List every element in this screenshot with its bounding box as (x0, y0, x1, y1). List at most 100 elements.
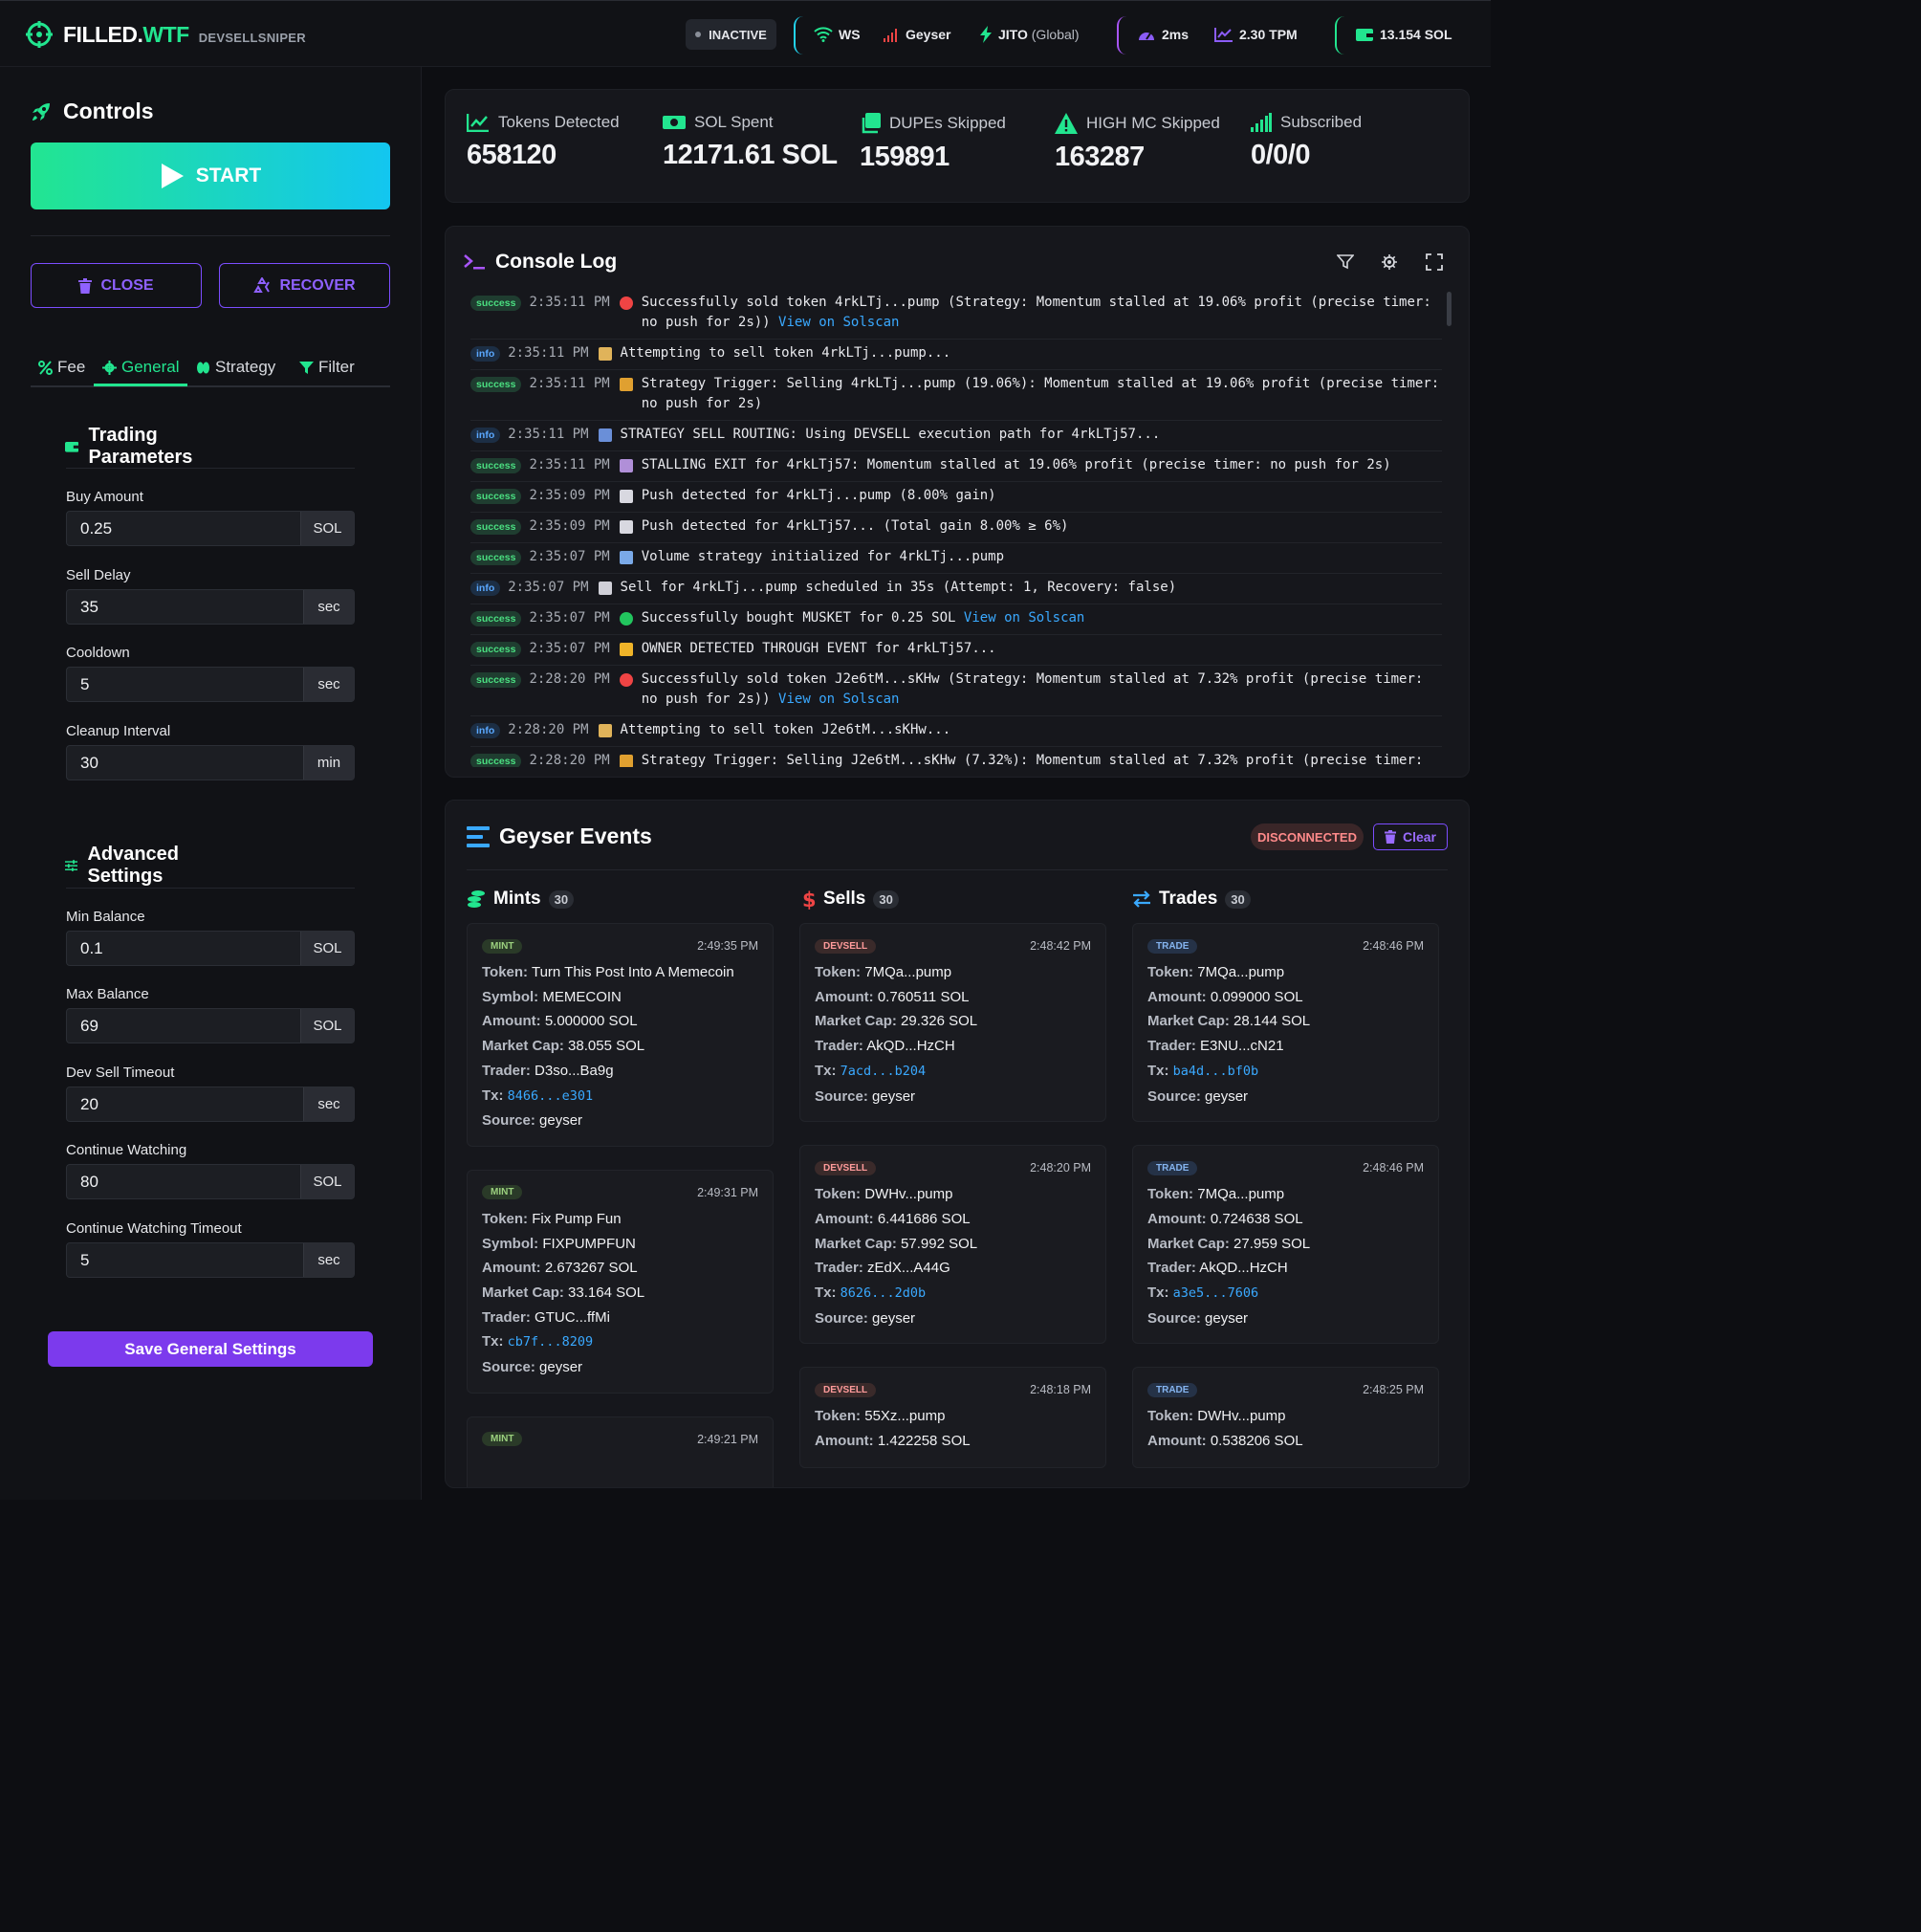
event-field: Trader: D3so...Ba9g (482, 1062, 614, 1079)
divider (66, 468, 355, 469)
buy-amount-field[interactable]: 0.25 SOL (66, 511, 355, 546)
sliders-icon (65, 860, 78, 871)
expand-icon[interactable] (1426, 253, 1443, 271)
tx-link[interactable]: a3e5...7606 (1173, 1285, 1258, 1301)
log-entry: success 2:35:09 PM Push detected for 4rkLT… (470, 513, 1442, 543)
sells-event-card: DEVSELL 2:48:20 PM Token: DWHv...pump Amoun… (799, 1145, 1106, 1345)
tx-link[interactable]: 8626...2d0b (840, 1285, 926, 1301)
card-title: Advanced Settings (65, 844, 188, 888)
trades-event-card: TRADE 2:48:25 PM Token: DWHv...pump Amount:… (1132, 1367, 1439, 1468)
sell-delay-field[interactable]: 35 sec (66, 589, 355, 625)
continue-watching-timeout-field[interactable]: 5 sec (66, 1242, 355, 1278)
continue-watching-timeout-label: Continue Watching Timeout (66, 1220, 242, 1237)
event-field: Amount: 1.422258 SOL (815, 1433, 971, 1450)
log-message: Push detected for 4rkLTj57... (Total gai… (641, 518, 1069, 534)
log-entry: info 2:28:20 PM Attempting to sell token J… (470, 716, 1442, 747)
log-time: 2:35:11 PM (529, 457, 610, 472)
tab-strategy[interactable]: Strategy (196, 358, 275, 377)
log-entry: success 2:35:11 PM Strategy Trigger: Selli… (470, 370, 1442, 421)
sell-delay-label: Sell Delay (66, 567, 131, 583)
red-circle-icon (619, 673, 633, 687)
min-balance-field[interactable]: 0.1 SOL (66, 931, 355, 966)
wallet-balance: 13.154 SOL (1355, 24, 1452, 45)
cleanup-interval-field[interactable]: 30 min (66, 745, 355, 780)
solscan-link[interactable]: View on Solscan (778, 315, 899, 330)
event-field: Token: Fix Pump Fun (482, 1210, 622, 1227)
event-field: Tx: a3e5...7606 (1147, 1284, 1259, 1301)
gear-icon (102, 360, 117, 375)
event-field: Source: geyser (815, 1309, 916, 1327)
divider (31, 235, 390, 236)
unit-label: sec (303, 1087, 354, 1121)
min-balance-label: Min Balance (66, 909, 145, 925)
recover-button[interactable]: RECOVER (219, 263, 390, 308)
event-field: Trader: AkQD...HzCH (815, 1038, 955, 1055)
geyser-events-panel: Geyser Events DISCONNECTED Clear Mints 30… (445, 800, 1470, 1488)
rocket-icon (619, 490, 633, 503)
log-time: 2:35:11 PM (508, 345, 589, 361)
event-field: Amount: 0.724638 SOL (1147, 1210, 1303, 1227)
dev-sell-timeout-label: Dev Sell Timeout (66, 1065, 175, 1081)
tab-fee[interactable]: Fee (38, 358, 85, 377)
event-time: 2:49:31 PM (697, 1185, 758, 1199)
ws-indicator: WS (814, 24, 861, 45)
tx-link[interactable]: 7acd...b204 (840, 1064, 926, 1079)
start-button[interactable]: START (31, 143, 390, 209)
moneybag-icon (619, 378, 633, 391)
wifi-icon (814, 27, 833, 42)
event-field: Tx: cb7f...8209 (482, 1333, 594, 1350)
dev-sell-timeout-field[interactable]: 20 sec (66, 1087, 355, 1122)
log-time: 2:35:09 PM (529, 488, 610, 503)
event-field: Amount: 0.099000 SOL (1147, 988, 1303, 1005)
top-bar: FILLED.WTF DEVSELLSNIPER INACTIVE WS Gey… (0, 0, 1491, 67)
cooldown-field[interactable]: 5 sec (66, 667, 355, 702)
log-time: 2:28:20 PM (529, 753, 610, 767)
continue-watching-field[interactable]: 80 SOL (66, 1164, 355, 1199)
tab-filter[interactable]: Filter (299, 358, 355, 377)
cooldown-label: Cooldown (66, 645, 130, 661)
tx-link[interactable]: ba4d...bf0b (1173, 1064, 1258, 1079)
event-type-badge: TRADE (1147, 1160, 1198, 1175)
max-balance-label: Max Balance (66, 986, 149, 1002)
event-field: Tx: 8466...e301 (482, 1087, 594, 1104)
log-level-badge: success (470, 519, 522, 535)
filter-icon[interactable] (1337, 253, 1354, 271)
log-entry: success 2:35:07 PM Successfully bought MUS… (470, 604, 1442, 635)
trend-icon (1214, 28, 1233, 42)
green-circle-icon (619, 612, 633, 626)
log-level-badge: success (470, 458, 522, 473)
close-button[interactable]: CLOSE (31, 263, 202, 308)
solscan-link[interactable]: View on Solscan (964, 610, 1084, 626)
max-balance-field[interactable]: 69 SOL (66, 1008, 355, 1043)
settings-icon[interactable] (1381, 253, 1398, 271)
tx-link[interactable]: cb7f...8209 (508, 1334, 593, 1350)
log-message: Push detected for 4rkLTj...pump (8.00% g… (641, 488, 996, 503)
active-tab-indicator (94, 384, 187, 386)
event-type-badge: DEVSELL (815, 938, 877, 954)
save-settings-button[interactable]: Save General Settings (48, 1331, 373, 1367)
console-title: Console Log (463, 251, 617, 274)
clear-button[interactable]: Clear (1373, 823, 1448, 850)
event-type-badge: MINT (482, 1185, 523, 1200)
red-circle-icon (619, 296, 633, 310)
scrollbar[interactable] (1447, 292, 1452, 326)
unit-label: sec (303, 590, 354, 624)
log-level-badge: success (470, 296, 522, 311)
event-field: Symbol: FIXPUMPFUN (482, 1235, 636, 1252)
logo: FILLED.WTF DEVSELLSNIPER (25, 20, 306, 49)
event-type-badge: DEVSELL (815, 1160, 877, 1175)
tx-link[interactable]: 8466...e301 (508, 1088, 593, 1104)
log-message: Attempting to sell token J2e6tM...sKHw..… (620, 722, 951, 737)
solscan-link[interactable]: View on Solscan (778, 692, 899, 707)
event-time: 2:48:20 PM (1030, 1161, 1091, 1175)
divider (1117, 16, 1126, 55)
event-field: Source: geyser (482, 1112, 583, 1130)
connection-status-badge: DISCONNECTED (1251, 823, 1364, 850)
tab-general[interactable]: General (102, 358, 179, 377)
settings-tabs: Fee General Strategy Filter (31, 350, 390, 387)
snail-icon (619, 459, 633, 472)
geyser-title: Geyser Events (467, 823, 652, 849)
event-field: Amount: 0.760511 SOL (815, 988, 970, 1005)
mints-event-card: MINT 2:49:35 PM Token: Turn This Post Into… (467, 923, 774, 1147)
brain-icon (197, 362, 209, 373)
